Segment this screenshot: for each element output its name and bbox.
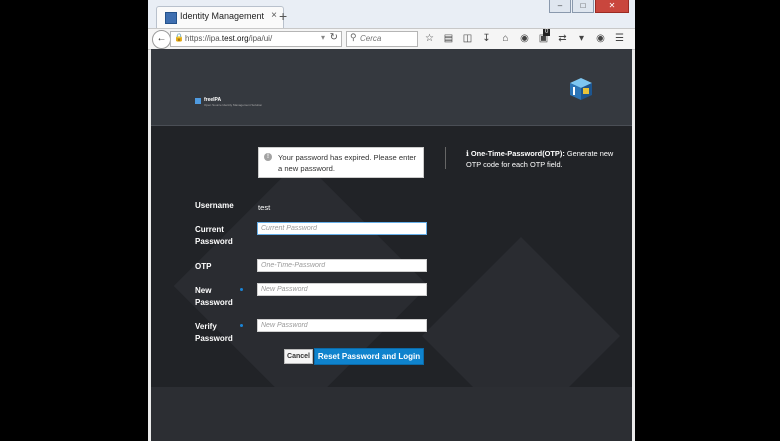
search-icon: ⚲ [350,32,357,42]
reload-icon[interactable]: ↻ [330,32,338,43]
password-expired-alert: ! Your password has expired. Please ente… [258,147,424,178]
warning-icon: ! [264,153,272,161]
home-icon[interactable]: ⌂ [496,30,515,47]
browser-toolbar: ← 🔒 https://ipa.test.org/ipa/ui/ ▾ ↻ ⚲ ☆… [148,28,635,50]
username-label: Username [195,201,234,210]
browser-titlebar: Identity Management × + – □ ✕ [148,0,635,29]
otp-info-label: One-Time-Password(OTP): [470,149,565,158]
window-controls: – □ ✕ [549,0,629,13]
maximize-button[interactable]: □ [572,0,594,13]
minimize-button[interactable]: – [549,0,571,13]
new-tab-button[interactable]: + [279,8,287,24]
notification-badge: 0 [543,29,551,36]
verify-password-input[interactable] [257,319,427,332]
back-arrow-icon[interactable]: ← [152,30,171,49]
brand-icon [195,98,201,104]
cancel-button[interactable]: Cancel [284,349,313,364]
bookmark-star-icon[interactable]: ☆ [420,30,439,47]
reading-list-icon[interactable]: ▤ [439,30,458,47]
verify-password-label: Verify Password [195,322,233,343]
skype-icon[interactable]: ◉ [591,30,610,47]
url-bar[interactable]: 🔒 https://ipa.test.org/ipa/ui/ ▾ ↻ [170,31,342,47]
new-password-label: New Password [195,286,233,307]
alert-text: Your password has expired. Please enter … [278,153,417,173]
search-input[interactable] [360,33,414,43]
url-path: /ipa/ui/ [248,34,273,43]
page-viewport: freeIPA Open Source Identity Management … [151,49,632,441]
url-prefix: https://ipa. [185,34,222,43]
tab-close-icon[interactable]: × [271,10,277,21]
download-icon[interactable]: ↧ [477,30,496,47]
freeipa-favicon-icon [165,12,177,24]
dropdown-arrow-icon[interactable]: ▾ [572,30,591,47]
otp-input[interactable] [257,259,427,272]
url-text: https://ipa.test.org/ipa/ui/ [185,34,272,43]
tab-title: Identity Management [180,11,265,21]
required-indicator [240,324,243,327]
freeipa-logo-icon [570,78,592,100]
current-password-label: Current Password [195,225,233,246]
otp-info: ℹ One-Time-Password(OTP): Generate new O… [466,148,626,170]
url-dropdown-icon[interactable]: ▾ [321,33,325,42]
info-icon: ℹ [466,149,469,158]
required-indicator [240,288,243,291]
brand-subtitle: Open Source Identity Management Solution [204,103,263,107]
username-value: test [258,203,271,212]
chat-icon[interactable]: ◉ [515,30,534,47]
browser-window: Identity Management × + – □ ✕ ← 🔒 https:… [148,0,635,441]
search-bar[interactable]: ⚲ [346,31,418,47]
browser-tab[interactable]: Identity Management × [156,6,284,29]
reset-password-login-button[interactable]: Reset Password and Login [314,348,424,365]
app-header: freeIPA Open Source Identity Management … [151,49,632,126]
close-window-button[interactable]: ✕ [595,0,629,13]
login-content: ! Your password has expired. Please ente… [151,126,632,441]
url-host: test.org [221,34,249,43]
lock-icon: 🔒 [174,33,184,42]
extension-icon[interactable]: ▣ 0 [534,29,553,47]
current-password-input[interactable] [257,222,427,235]
new-password-input[interactable] [257,283,427,296]
toolbar-icons: ☆ ▤ ◫ ↧ ⌂ ◉ ▣ 0 ⇄ ▾ ◉ ☰ [420,29,629,47]
hamburger-menu-icon[interactable]: ☰ [610,30,629,47]
pocket-icon[interactable]: ◫ [458,30,477,47]
vertical-divider [445,147,446,169]
sync-icon[interactable]: ⇄ [553,30,572,47]
otp-label: OTP [195,262,212,271]
background-band [151,387,632,441]
